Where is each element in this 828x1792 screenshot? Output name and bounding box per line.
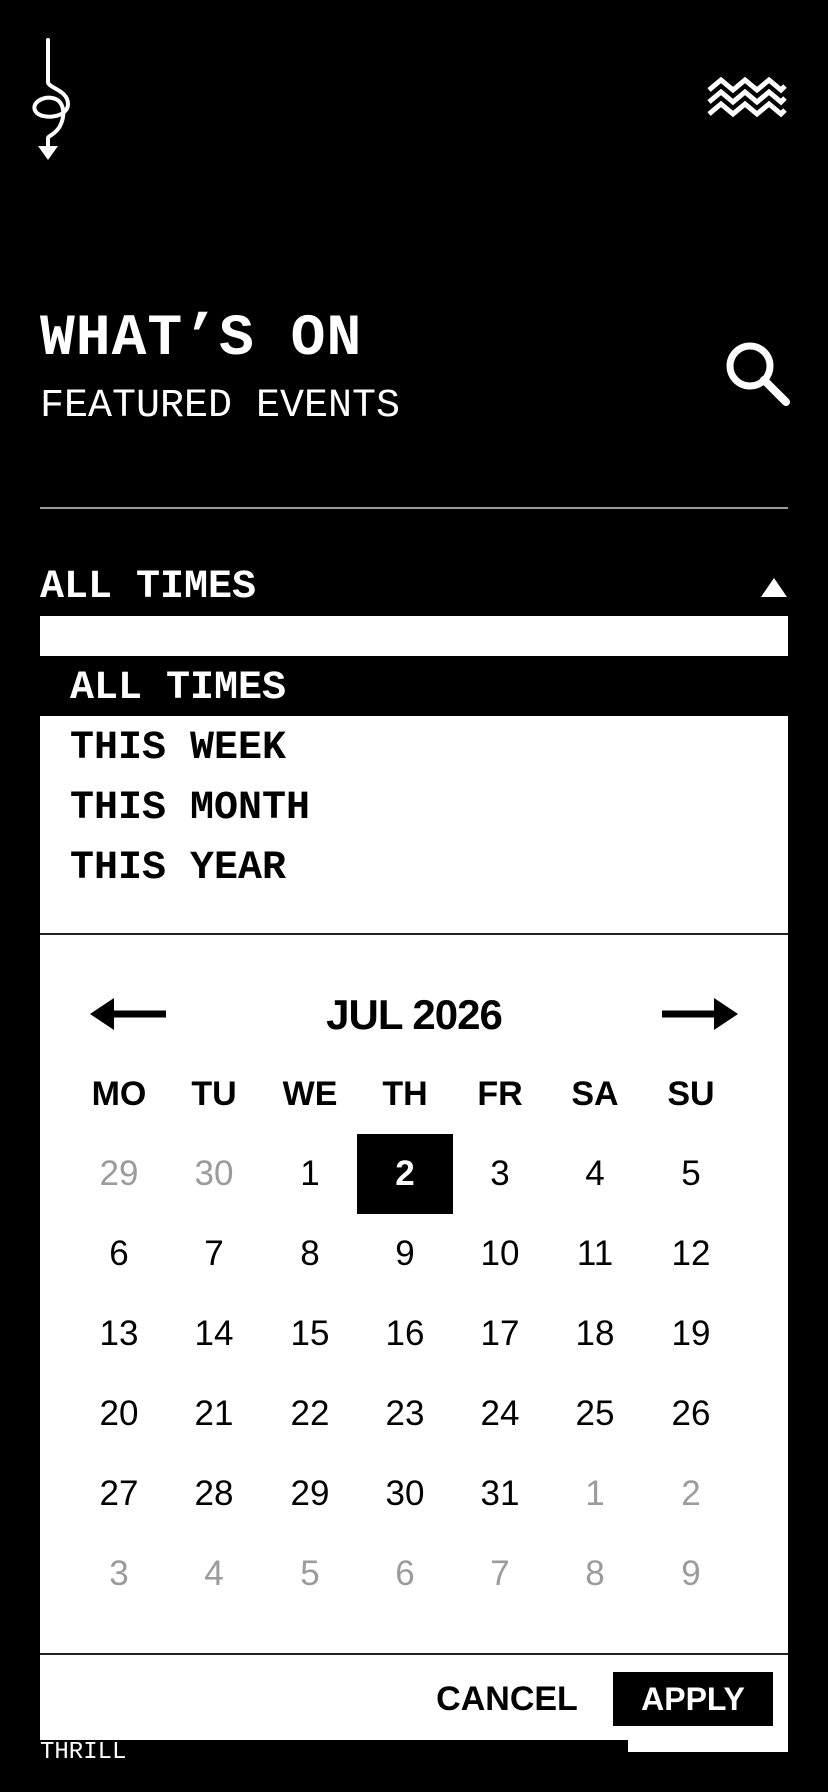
weekday-label: FR [477,1075,523,1113]
calendar-day[interactable]: 18 [547,1294,643,1374]
calendar-day[interactable]: 26 [643,1374,739,1454]
caret-up-icon[interactable] [760,576,788,598]
option-all-times[interactable]: ALL TIMES [70,669,286,709]
weekday-label: TU [191,1075,237,1113]
calendar-day[interactable]: 16 [357,1294,453,1374]
calendar-day[interactable]: 9 [357,1214,453,1294]
brand-label: THRILL [40,1739,127,1766]
weekday-label: MO [91,1075,147,1113]
calendar-day[interactable]: 4 [166,1534,262,1614]
calendar-month-label: JUL 2026 [326,991,503,1038]
calendar-day[interactable]: 1 [262,1134,358,1214]
calendar-day[interactable]: 5 [262,1534,358,1614]
calendar-day[interactable]: 7 [166,1214,262,1294]
calendar-day[interactable]: 23 [357,1374,453,1454]
search-icon[interactable] [722,338,790,406]
time-filter-selected-label: ALL TIMES [40,565,257,610]
calendar-day[interactable]: 8 [262,1214,358,1294]
actions-divider [40,1653,788,1655]
calendar-day[interactable]: 6 [71,1214,167,1294]
panel-tab [628,1740,788,1752]
calendar-day[interactable]: 2 [643,1454,739,1534]
zigzag-menu-icon[interactable] [707,76,787,124]
calendar-day[interactable]: 7 [452,1534,548,1614]
option-this-month[interactable]: THIS MONTH [70,789,310,829]
cancel-button[interactable]: CANCEL [434,1672,580,1726]
calendar-day[interactable]: 3 [452,1134,548,1214]
calendar-day[interactable]: 29 [262,1454,358,1534]
calendar-day[interactable]: 3 [71,1534,167,1614]
calendar-day[interactable]: 15 [262,1294,358,1374]
calendar-day[interactable]: 22 [262,1374,358,1454]
calendar-day[interactable]: 25 [547,1374,643,1454]
calendar-day[interactable]: 8 [547,1534,643,1614]
calendar-day[interactable]: 10 [452,1214,548,1294]
calendar-day[interactable]: 28 [166,1454,262,1534]
page: WHAT’S ON FEATURED EVENTS ALL TIMES ALL … [0,0,828,1792]
apply-button[interactable]: APPLY [613,1672,773,1726]
weekday-label: SA [571,1075,619,1113]
calendar-day[interactable]: 9 [643,1534,739,1614]
arrow-right-icon[interactable] [662,994,738,1034]
calendar-day[interactable]: 29 [71,1134,167,1214]
calendar-day[interactable]: 30 [357,1454,453,1534]
calendar-day[interactable]: 24 [452,1374,548,1454]
header-divider [40,507,788,509]
calendar-day[interactable]: 31 [452,1454,548,1534]
weekday-label: SU [667,1075,715,1113]
calendar-day[interactable]: 21 [166,1374,262,1454]
calendar-day[interactable]: 4 [547,1134,643,1214]
calendar-day[interactable]: 14 [166,1294,262,1374]
calendar-day[interactable]: 27 [71,1454,167,1534]
calendar-day[interactable]: 19 [643,1294,739,1374]
calendar-day[interactable]: 20 [71,1374,167,1454]
page-subtitle: FEATURED EVENTS [40,384,401,429]
weekday-label: WE [282,1075,338,1113]
spiral-arrow-logo-icon[interactable] [28,38,84,162]
option-this-year[interactable]: THIS YEAR [70,849,286,889]
calendar-day[interactable]: 17 [452,1294,548,1374]
time-filter-panel: ALL TIMES THIS WEEK THIS MONTH THIS YEAR… [40,616,788,1740]
calendar-day[interactable]: 12 [643,1214,739,1294]
calendar-day[interactable]: 11 [547,1214,643,1294]
arrow-left-icon[interactable] [90,994,166,1034]
calendar-day[interactable]: 30 [166,1134,262,1214]
option-this-week[interactable]: THIS WEEK [70,729,286,769]
calendar-day[interactable]: 13 [71,1294,167,1374]
page-title: WHAT’S ON [40,307,363,372]
weekday-label: TH [382,1075,428,1113]
calendar-day[interactable]: 6 [357,1534,453,1614]
time-filter-dropdown[interactable]: ALL TIMES [40,566,788,614]
calendar-day-selected[interactable]: 2 [357,1134,453,1214]
options-divider [40,933,788,935]
calendar-day[interactable]: 1 [547,1454,643,1534]
calendar-day[interactable]: 5 [643,1134,739,1214]
